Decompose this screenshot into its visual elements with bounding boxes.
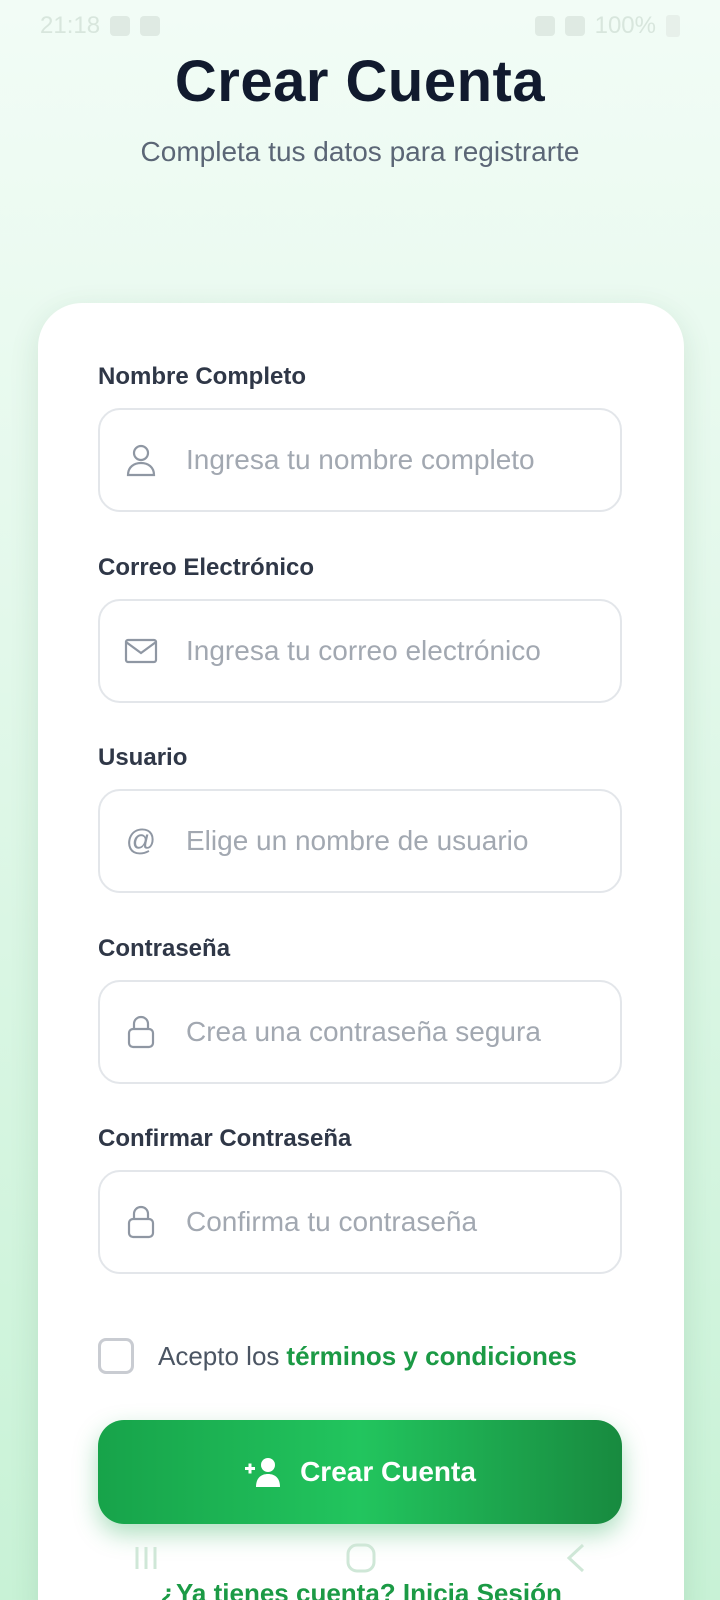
password-input[interactable]: [186, 982, 620, 1082]
system-nav-bar: [38, 1535, 684, 1581]
email-input[interactable]: [186, 601, 620, 701]
gmail-icon: [140, 16, 161, 36]
email-label: Correo Electrónico: [98, 554, 315, 581]
recent-apps-icon[interactable]: [126, 1538, 166, 1578]
terms-row: Acepto los términos y condiciones: [98, 1338, 577, 1374]
at-icon: @: [125, 824, 157, 857]
battery-icon: [666, 15, 680, 37]
lock-icon: [124, 1015, 158, 1049]
alarm-icon: [534, 16, 555, 36]
home-icon[interactable]: [341, 1538, 381, 1578]
password-field[interactable]: [98, 980, 622, 1084]
lock-icon: [124, 1205, 158, 1239]
terms-link[interactable]: términos y condiciones: [286, 1341, 576, 1372]
page-subtitle: Completa tus datos para registrarte: [140, 136, 580, 167]
confirm-password-label: Confirmar Contraseña: [98, 1125, 352, 1152]
register-card: Nombre Completo Correo Electrónico Usuar…: [38, 303, 684, 1600]
battery-percent: 100%: [594, 12, 656, 39]
email-field[interactable]: [98, 599, 622, 703]
username-field[interactable]: @: [98, 789, 622, 893]
page-title: Crear Cuenta: [174, 49, 546, 114]
username-label: Usuario: [98, 744, 188, 771]
full-name-field[interactable]: [98, 408, 622, 512]
status-time: 21:18: [40, 12, 101, 39]
terms-text: Acepto los: [158, 1340, 280, 1371]
user-icon: [124, 443, 158, 477]
login-link[interactable]: ¿Ya tienes cuenta? Inicia Sesión: [38, 1578, 684, 1600]
add-user-icon: [244, 1456, 284, 1488]
gmail-icon: [110, 16, 131, 36]
password-label: Contraseña: [98, 935, 231, 962]
wifi-icon: [564, 16, 585, 36]
back-icon[interactable]: [556, 1538, 596, 1578]
create-account-label: Crear Cuenta: [300, 1456, 476, 1487]
mail-icon: [124, 634, 158, 668]
terms-checkbox[interactable]: [98, 1338, 134, 1374]
confirm-password-input[interactable]: [186, 1172, 620, 1272]
username-input[interactable]: [186, 791, 620, 891]
status-left: 21:18: [40, 12, 161, 40]
full-name-label: Nombre Completo: [98, 363, 307, 390]
status-right: 100%: [534, 12, 680, 40]
full-name-input[interactable]: [186, 410, 620, 510]
confirm-password-field[interactable]: [98, 1170, 622, 1274]
create-account-button[interactable]: Crear Cuenta: [98, 1420, 622, 1524]
status-bar: 21:18 100%: [0, 0, 720, 52]
